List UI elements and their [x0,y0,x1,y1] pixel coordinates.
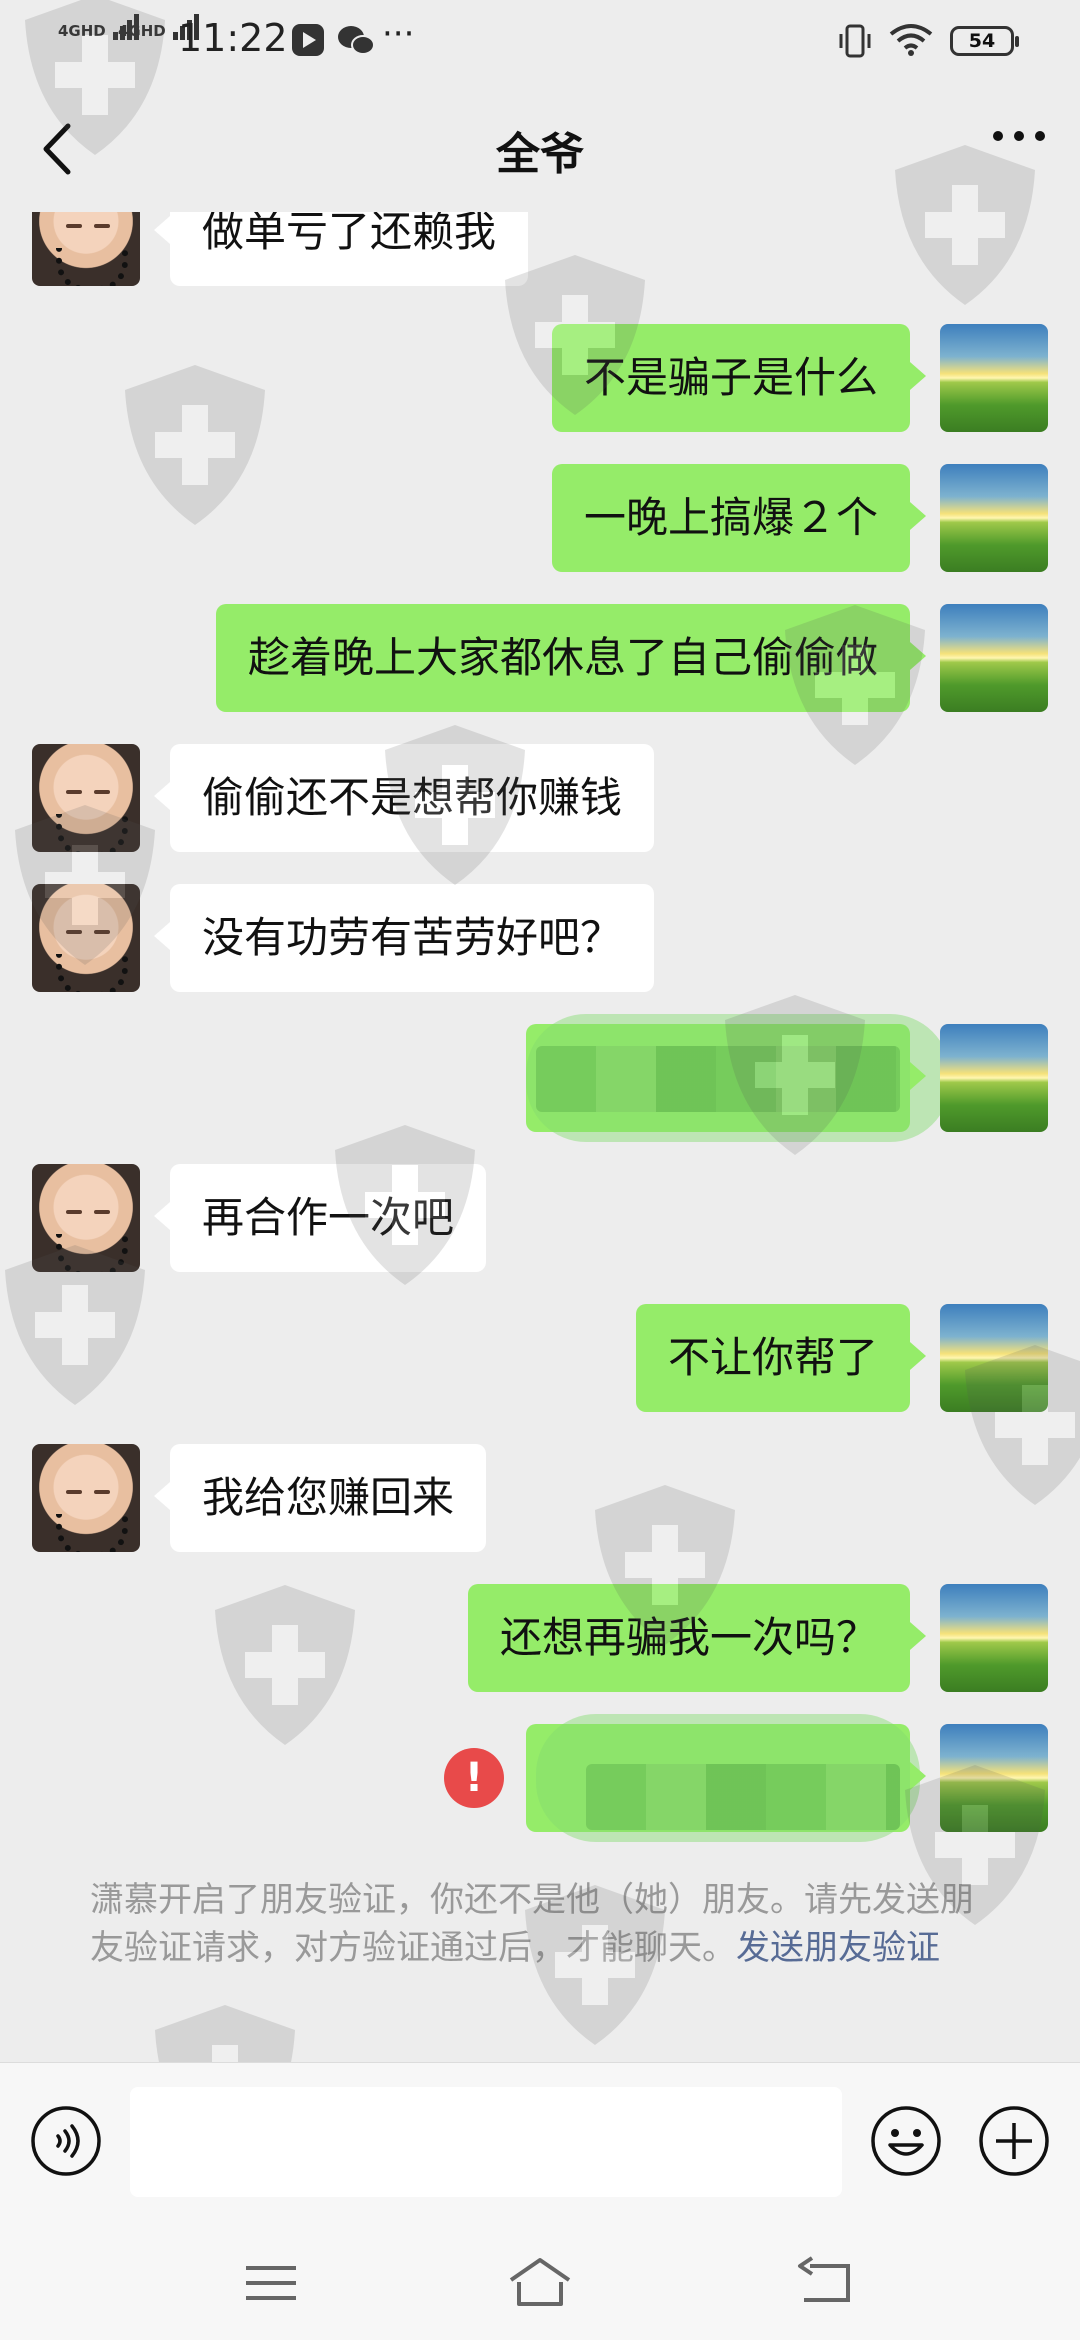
more-notifications-icon: ··· [382,14,415,54]
status-bar: 4GHD 4GHD 11:22 ··· 54 [0,0,1080,84]
my-avatar[interactable] [940,1304,1048,1412]
signal-label-2: 4GHD [118,22,166,40]
mosaic-redaction [536,1046,900,1112]
redacted-message-bubble[interactable] [526,1014,950,1142]
send-verification-link[interactable]: 发送朋友验证 [736,1928,940,1968]
incoming-message-bubble[interactable]: 做单亏了还赖我 [153,212,529,286]
outgoing-message-bubble[interactable]: 不是骗子是什么 [551,324,927,432]
contact-avatar[interactable] [32,744,140,852]
message-input-bar [0,2062,1080,2227]
emoji-icon[interactable] [870,2105,942,2177]
my-avatar[interactable] [940,604,1048,712]
message-row: 不是骗子是什么 [0,324,1080,434]
video-app-icon [292,24,324,56]
message-text-input[interactable] [130,2087,842,2197]
outgoing-message-bubble[interactable]: 还想再骗我一次吗？ [467,1584,927,1692]
contact-avatar[interactable] [32,212,140,286]
wechat-icon [338,26,375,55]
clock: 11:22 [178,16,288,60]
incoming-message-bubble[interactable]: 再合作一次吧 [153,1164,487,1272]
my-avatar[interactable] [940,464,1048,572]
message-row: 做单亏了还赖我 [0,212,1080,288]
vibrate-icon [839,24,871,58]
message-row: 趁着晚上大家都休息了自己偷偷做 [0,604,1080,714]
incoming-message-bubble[interactable]: 偷偷还不是想帮你赚钱 [153,744,655,852]
system-navigation-bar [0,2226,1080,2340]
my-avatar[interactable] [940,324,1048,432]
voice-input-icon[interactable] [30,2105,102,2177]
message-row: 偷偷还不是想帮你赚钱 [0,744,1080,854]
message-row: 不让你帮了 [0,1304,1080,1414]
message-row: 再合作一次吧 [0,1164,1080,1274]
wifi-icon [889,24,933,56]
menu-icon[interactable] [236,2248,306,2318]
add-attachment-icon[interactable] [978,2105,1050,2177]
signal-label-1: 4GHD [58,22,106,40]
redacted-message-bubble[interactable] [526,1714,926,1842]
send-failed-icon[interactable]: ! [444,1748,504,1808]
incoming-message-bubble[interactable]: 没有功劳有苦劳好吧？ [153,884,655,992]
contact-name-title: 全爷 [496,129,584,180]
contact-avatar[interactable] [32,884,140,992]
home-icon[interactable] [505,2248,575,2318]
message-row [0,1014,1080,1142]
more-options-icon[interactable] [984,118,1054,174]
contact-avatar[interactable] [32,1164,140,1272]
contact-avatar[interactable] [32,1444,140,1552]
friend-verification-notice: 潇慕开启了朋友验证，你还不是他（她）朋友。请先发送朋友验证请求，对方验证通过后，… [90,1876,990,1972]
outgoing-message-bubble[interactable]: 一晚上搞爆２个 [551,464,927,572]
battery-indicator: 54 [950,26,1019,56]
outgoing-message-bubble[interactable]: 不让你帮了 [635,1304,927,1412]
message-row: ! [0,1714,1080,1842]
message-list[interactable]: 做单亏了还赖我 不是骗子是什么 一晚上搞爆２个 趁着晚上大家都休息了自己偷偷做 … [0,212,1080,2062]
my-avatar[interactable] [940,1024,1048,1132]
incoming-message-bubble[interactable]: 我给您赚回来 [153,1444,487,1552]
chat-header: 全爷 [0,84,1080,212]
mosaic-redaction [586,1764,900,1830]
outgoing-message-bubble[interactable]: 趁着晚上大家都休息了自己偷偷做 [215,604,927,712]
message-row: 还想再骗我一次吗？ [0,1584,1080,1694]
message-row: 没有功劳有苦劳好吧？ [0,884,1080,994]
message-row: 一晚上搞爆２个 [0,464,1080,574]
back-nav-icon[interactable] [790,2248,860,2318]
my-avatar[interactable] [940,1724,1048,1832]
my-avatar[interactable] [940,1584,1048,1692]
message-row: 我给您赚回来 [0,1444,1080,1554]
